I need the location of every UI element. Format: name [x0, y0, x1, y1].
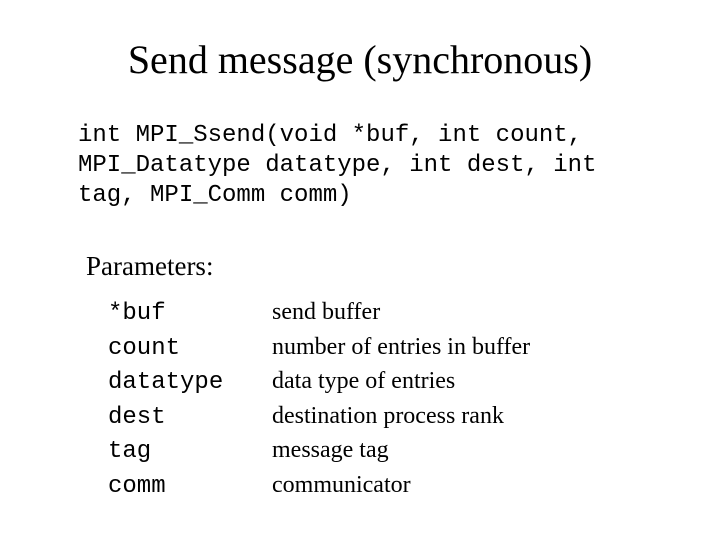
param-name: count — [108, 332, 272, 366]
param-row: *buf send buffer — [108, 296, 660, 331]
function-signature: int MPI_Ssend(void *buf, int count, MPI_… — [78, 121, 660, 211]
param-name: *buf — [108, 297, 272, 331]
param-name: tag — [108, 435, 272, 469]
param-desc: destination process rank — [272, 400, 504, 434]
param-name: comm — [108, 470, 272, 504]
param-desc: number of entries in buffer — [272, 331, 530, 365]
parameters-heading: Parameters: — [86, 251, 660, 282]
param-desc: send buffer — [272, 296, 380, 330]
slide-title: Send message (synchronous) — [60, 36, 660, 83]
param-row: datatype data type of entries — [108, 365, 660, 400]
param-row: dest destination process rank — [108, 400, 660, 435]
param-desc: communicator — [272, 469, 411, 503]
param-row: count number of entries in buffer — [108, 331, 660, 366]
param-desc: message tag — [272, 434, 389, 468]
parameters-table: *buf send buffer count number of entries… — [108, 296, 660, 504]
param-name: dest — [108, 401, 272, 435]
param-desc: data type of entries — [272, 365, 455, 399]
param-row: comm communicator — [108, 469, 660, 504]
slide: Send message (synchronous) int MPI_Ssend… — [0, 0, 720, 540]
param-row: tag message tag — [108, 434, 660, 469]
param-name: datatype — [108, 366, 272, 400]
